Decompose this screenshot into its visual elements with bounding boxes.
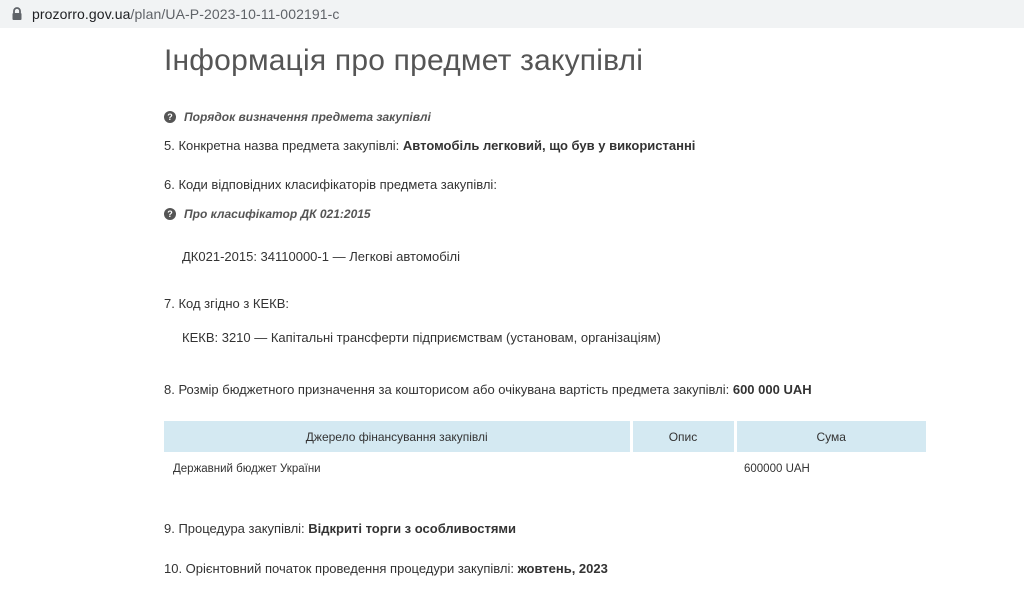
item-5-value: Автомобіль легковий, що був у використан… — [402, 138, 696, 153]
lock-icon[interactable] — [10, 6, 24, 22]
item-7-label: 7. Код згідно з КЕКВ: — [164, 296, 290, 311]
item-8-budget: 8. Розмір бюджетного призначення за кошт… — [164, 382, 812, 397]
item-6-label: 6. Коди відповідних класифікаторів предм… — [164, 177, 497, 192]
funding-description-cell — [631, 452, 735, 486]
url-path: /plan/UA-P-2023-10-11-002191-c — [130, 6, 340, 22]
item-5-subject-name: 5. Конкретна назва предмета закупівлі: А… — [164, 138, 695, 153]
item-9-procedure: 9. Процедура закупівлі: Відкриті торги з… — [164, 521, 516, 536]
item-8-value: 600 000 UAH — [732, 382, 812, 397]
browser-address-bar[interactable]: prozorro.gov.ua/plan/UA-P-2023-10-11-002… — [0, 0, 1024, 28]
help-link-subject-order[interactable]: ? Порядок визначення предмета закупівлі — [164, 110, 431, 124]
item-6-classifier-codes: 6. Коди відповідних класифікаторів предм… — [164, 177, 497, 192]
question-circle-icon: ? — [164, 208, 176, 220]
funding-source-cell: Державний бюджет України — [173, 463, 321, 475]
help-link-label: Порядок визначення предмета закупівлі — [184, 110, 431, 124]
funding-table-header: Джерело фінансування закупівлі Опис Сума — [164, 421, 926, 452]
item-7-code: КЕКВ: 3210 — Капітальні трансферти підпр… — [182, 330, 661, 345]
funding-amount-cell: 600000 UAH — [744, 463, 810, 475]
item-10-value: жовтень, 2023 — [517, 561, 608, 576]
help-link-label: Про класифікатор ДК 021:2015 — [184, 207, 371, 221]
funding-table: Джерело фінансування закупівлі Опис Сума… — [164, 421, 926, 486]
help-link-classifier[interactable]: ? Про класифікатор ДК 021:2015 — [164, 207, 371, 221]
item-10-label: 10. Орієнтовний початок проведення проце… — [164, 561, 514, 576]
item-9-label: 9. Процедура закупівлі: — [164, 521, 305, 536]
column-header-source: Джерело фінансування закупівлі — [164, 421, 633, 452]
item-9-value: Відкриті торги з особливостями — [308, 521, 517, 536]
item-5-label: 5. Конкретна назва предмета закупівлі: — [164, 138, 400, 153]
url-text[interactable]: prozorro.gov.ua/plan/UA-P-2023-10-11-002… — [32, 6, 340, 22]
page-title: Інформація про предмет закупівлі — [164, 44, 644, 77]
item-7-kekv: 7. Код згідно з КЕКВ: — [164, 296, 289, 311]
url-host: prozorro.gov.ua — [32, 6, 131, 22]
column-header-description: Опис — [631, 421, 737, 452]
item-6-code: ДК021-2015: 34110000-1 — Легкові автомоб… — [182, 249, 461, 264]
item-10-start-date: 10. Орієнтовний початок проведення проце… — [164, 561, 608, 576]
item-8-label: 8. Розмір бюджетного призначення за кошт… — [164, 382, 730, 397]
question-circle-icon: ? — [164, 111, 176, 123]
table-row: Державний бюджет України 600000 UAH — [164, 452, 926, 486]
column-header-amount: Сума — [735, 421, 926, 452]
